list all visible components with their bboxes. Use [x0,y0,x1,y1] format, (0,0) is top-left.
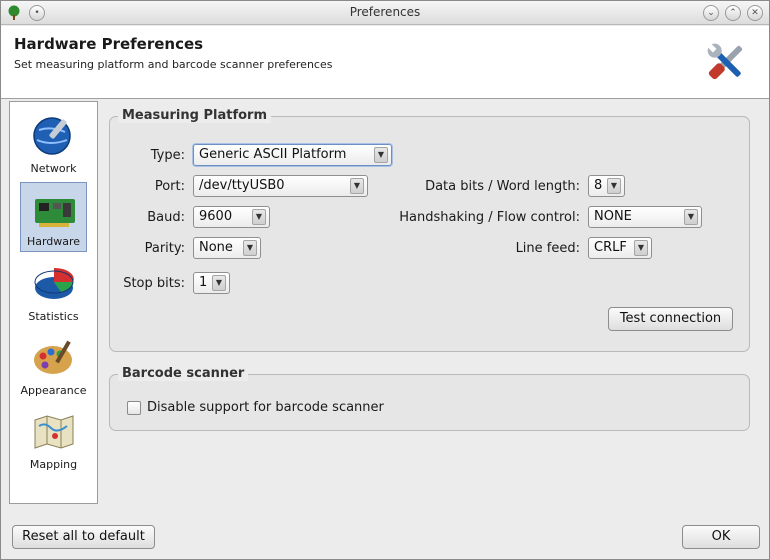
chevron-down-icon: ▼ [634,240,648,256]
test-connection-button[interactable]: Test connection [608,307,733,331]
sidebar-item-label: Network [30,162,77,175]
data-bits-value: 8 [594,178,603,193]
chevron-down-icon: ▼ [252,209,266,225]
line-feed-value: CRLF [594,240,627,255]
sidebar-item-network[interactable]: Network [20,108,87,178]
barcode-scanner-group: Barcode scanner Disable support for barc… [109,366,750,431]
handshaking-select[interactable]: NONE ▼ [588,206,702,228]
page-title: Hardware Preferences [14,35,204,53]
chevron-down-icon: ▼ [350,178,364,194]
barcode-scanner-title: Barcode scanner [118,366,249,381]
close-button[interactable]: ✕ [747,5,763,21]
preferences-window: • Preferences ⌄ ⌃ ✕ Hardware Preferences… [0,0,770,560]
minimize-button[interactable]: ⌄ [703,5,719,21]
sidebar-item-appearance[interactable]: Appearance [20,330,87,400]
sidebar-item-label: Statistics [28,310,79,323]
port-select[interactable]: /dev/ttyUSB0 ▼ [193,175,368,197]
measuring-platform-group: Measuring Platform Type: Generic ASCII P… [109,108,750,352]
type-value: Generic ASCII Platform [199,147,347,162]
parity-value: None [199,240,233,255]
sidebar-item-label: Hardware [26,235,81,248]
data-bits-label: Data bits / Word length: [425,179,580,194]
disable-barcode-label[interactable]: Disable support for barcode scanner [147,400,384,415]
chevron-down-icon: ▼ [607,178,621,194]
hardware-board-icon [34,199,75,227]
stop-bits-value: 1 [199,275,208,290]
sidebar-item-mapping[interactable]: Mapping [20,404,87,474]
port-label: Port: [154,179,185,194]
baud-value: 9600 [199,209,233,224]
sidebar-item-statistics[interactable]: Statistics [20,256,87,326]
header-banner: Hardware Preferences Set measuring platf… [1,26,769,99]
chevron-down-icon: ▼ [684,209,698,225]
type-select[interactable]: Generic ASCII Platform ▼ [193,144,392,166]
measuring-platform-title: Measuring Platform [118,108,271,123]
maximize-button[interactable]: ⌃ [725,5,741,21]
pie-chart-icon [34,267,74,299]
sidebar-item-hardware[interactable]: Hardware [20,182,87,252]
hardware-settings-panel: Measuring Platform Type: Generic ASCII P… [101,101,759,504]
map-icon [34,415,73,449]
sidebar-item-label: Mapping [29,458,78,471]
reset-all-button[interactable]: Reset all to default [12,525,155,549]
chevron-down-icon: ▼ [374,147,388,163]
tools-icon [707,43,743,80]
ok-button[interactable]: OK [682,525,760,549]
sidebar-item-label: Appearance [20,384,87,397]
handshaking-value: NONE [594,209,632,224]
baud-label: Baud: [147,210,185,225]
data-bits-select[interactable]: 8 ▼ [588,175,625,197]
parity-select[interactable]: None ▼ [193,237,261,259]
preferences-sidebar: Network Hardware Statistics Appearance M… [9,101,98,504]
network-globe-icon [32,117,71,155]
stop-bits-select[interactable]: 1 ▼ [193,272,230,294]
page-subtitle: Set measuring platform and barcode scann… [14,58,333,71]
chevron-down-icon: ▼ [243,240,257,256]
title-bar: • Preferences ⌄ ⌃ ✕ [1,1,769,25]
handshaking-label: Handshaking / Flow control: [399,210,580,225]
port-value: /dev/ttyUSB0 [199,178,285,193]
line-feed-label: Line feed: [515,241,580,256]
disable-barcode-checkbox[interactable] [127,401,141,415]
window-title: Preferences [349,5,421,19]
palette-icon [33,340,72,374]
line-feed-select[interactable]: CRLF ▼ [588,237,652,259]
type-label: Type: [150,148,185,163]
parity-label: Parity: [144,241,185,256]
baud-select[interactable]: 9600 ▼ [193,206,270,228]
chevron-down-icon: ▼ [212,275,226,291]
stop-bits-label: Stop bits: [123,276,185,291]
